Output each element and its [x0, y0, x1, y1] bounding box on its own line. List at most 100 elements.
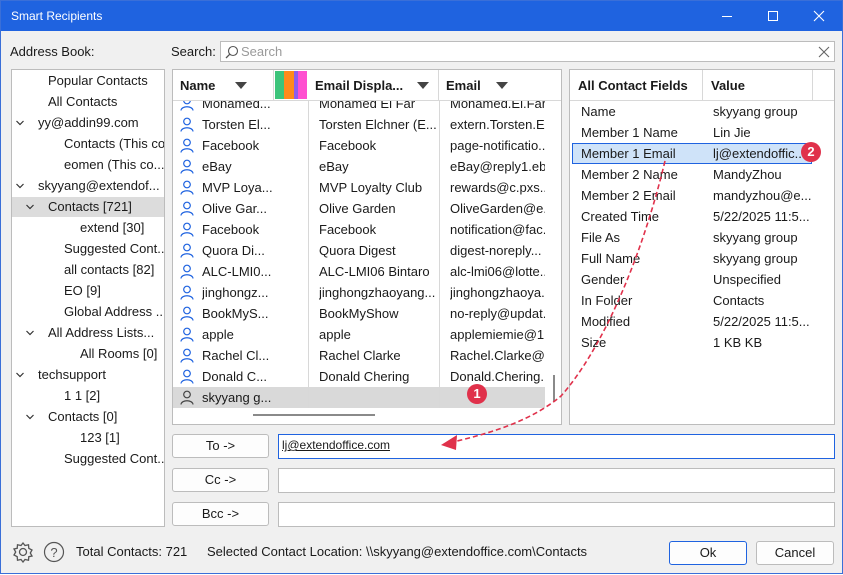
to-recipient-token[interactable]: lj@extendoffice.com [282, 438, 390, 452]
table-row[interactable]: apple apple applemiemie@1... [173, 324, 545, 345]
tree-item[interactable]: yy@addin99.com [12, 113, 164, 133]
chevron-down-icon[interactable] [24, 197, 36, 217]
field-row[interactable]: Member 2 Name MandyZhou [570, 164, 834, 185]
cell-email-display: Quora Digest [319, 243, 396, 258]
tree-item[interactable]: 1 1 [2] [12, 386, 164, 406]
field-name: Created Time [581, 209, 660, 224]
table-row[interactable]: MVP Loya... MVP Loyalty Club rewards@c.pxs… [173, 177, 545, 198]
cell-email: Donald.Chering... [450, 369, 545, 384]
tree-item[interactable]: Suggested Cont... [12, 449, 164, 469]
column-email-header[interactable]: Email [439, 70, 545, 101]
search-input[interactable]: Search [220, 41, 835, 62]
tree-item[interactable]: Contacts (This co... [12, 134, 164, 154]
svg-text:?: ? [50, 545, 57, 560]
table-row[interactable]: skyyang g... [173, 387, 545, 408]
column-email-display-header[interactable]: Email Displa... [308, 70, 439, 101]
chevron-down-icon[interactable] [14, 113, 26, 133]
contacts-grid[interactable]: Name Email Displa... Email Monamed... Mon… [172, 69, 562, 425]
table-row[interactable]: Rachel Cl... Rachel Clarke Rachel.Clarke@s… [173, 345, 545, 366]
cancel-button[interactable]: Cancel [756, 541, 834, 565]
cc-field[interactable] [278, 468, 835, 493]
minimize-button[interactable] [704, 1, 750, 31]
table-row[interactable]: Facebook Facebook page-notificatio... [173, 135, 545, 156]
tree-item[interactable]: All Rooms [0] [12, 344, 164, 364]
contact-person-icon [180, 222, 194, 237]
table-row[interactable]: Olive Gar... Olive Garden OliveGarden@e... [173, 198, 545, 219]
tree-item-label: 1 1 [2] [64, 388, 101, 403]
contact-fields-panel[interactable]: All Contact Fields Value Name skyyang gro… [569, 69, 835, 425]
settings-gear-icon[interactable] [12, 541, 34, 563]
tree-item[interactable]: 123 [1] [12, 428, 164, 448]
field-name: Name [581, 104, 616, 119]
table-row[interactable]: jinghongz... jinghongzhaoyang... jinghongz… [173, 282, 545, 303]
address-book-tree[interactable]: Popular Contacts All Contacts yy@addin99.c… [11, 69, 165, 527]
field-row[interactable]: Modified 5/22/2025 11:5... [570, 311, 834, 332]
tree-item[interactable]: EO [9] [12, 281, 164, 301]
column-name-header[interactable]: Name [173, 70, 274, 101]
table-row[interactable]: Monamed... Monamed El Far Mohamed.El.Far..… [173, 101, 545, 114]
table-row[interactable]: Quora Di... Quora Digest digest-noreply... [173, 240, 545, 261]
field-row[interactable]: Size 1 KB KB [570, 332, 834, 353]
grid-header: Name Email Displa... Email [173, 70, 561, 101]
field-row[interactable]: Name skyyang group [570, 101, 834, 122]
table-row[interactable]: BookMyS... BookMyShow no-reply@updat... [173, 303, 545, 324]
clear-search-icon[interactable] [818, 46, 830, 58]
field-row[interactable]: Member 1 Name Lin Jie [570, 122, 834, 143]
tree-item[interactable]: Suggested Cont... [12, 239, 164, 259]
sort-dropdown-icon[interactable] [235, 82, 247, 89]
scrollbar-thumb[interactable] [553, 375, 555, 401]
tree-item[interactable]: all contacts [82] [12, 260, 164, 280]
tree-item[interactable]: Popular Contacts [12, 71, 164, 91]
sort-dropdown-icon[interactable] [417, 82, 429, 89]
grid-horizontal-scrollbar[interactable] [173, 408, 545, 424]
field-row[interactable]: In Folder Contacts [570, 290, 834, 311]
cell-email-display: apple [319, 327, 351, 342]
tree-item[interactable]: eomen (This co... [12, 155, 164, 175]
grid-vertical-scrollbar[interactable] [545, 101, 561, 424]
cell-name: jinghongz... [202, 285, 269, 300]
ok-button[interactable]: Ok [669, 541, 747, 565]
field-row[interactable]: Created Time 5/22/2025 11:5... [570, 206, 834, 227]
field-row[interactable]: Gender Unspecified [570, 269, 834, 290]
to-button[interactable]: To -> [172, 434, 269, 458]
chevron-down-icon[interactable] [24, 323, 36, 343]
contact-person-icon [180, 348, 194, 363]
bcc-field[interactable] [278, 502, 835, 527]
table-row[interactable]: Facebook Facebook notification@fac... [173, 219, 545, 240]
tree-item[interactable]: Contacts [721] [12, 197, 164, 217]
tree-item[interactable]: skyyang@extendof... [12, 176, 164, 196]
tree-item[interactable]: All Contacts [12, 92, 164, 112]
table-row[interactable]: Donald C... Donald Chering Donald.Chering.… [173, 366, 545, 387]
column-value-header[interactable]: Value [703, 70, 813, 101]
cell-email: Rachel.Clarke@s... [450, 348, 545, 363]
field-row[interactable]: Full Name skyyang group [570, 248, 834, 269]
column-all-fields-header[interactable]: All Contact Fields [570, 70, 703, 101]
table-row[interactable]: eBay eBay eBay@reply1.eb... [173, 156, 545, 177]
scrollbar-thumb[interactable] [253, 414, 375, 416]
tree-item[interactable]: Global Address ... [12, 302, 164, 322]
help-icon[interactable]: ? [43, 541, 65, 563]
tree-item-label: all contacts [82] [64, 262, 155, 277]
contact-person-icon [180, 327, 194, 342]
chevron-down-icon[interactable] [24, 407, 36, 427]
table-row[interactable]: ALC-LMI0... ALC-LMI06 Bintaro alc-lmi06@lo… [173, 261, 545, 282]
cc-button[interactable]: Cc -> [172, 468, 269, 492]
close-button[interactable] [796, 1, 842, 31]
tree-item[interactable]: techsupport [12, 365, 164, 385]
field-row[interactable]: Member 2 Email mandyzhou@e... [570, 185, 834, 206]
step-badge-2: 2 [801, 142, 821, 162]
maximize-button[interactable] [750, 1, 796, 31]
tree-item[interactable]: Contacts [0] [12, 407, 164, 427]
field-row[interactable]: File As skyyang group [570, 227, 834, 248]
tree-item-label: Contacts (This co... [64, 136, 165, 151]
chevron-down-icon[interactable] [14, 176, 26, 196]
field-row[interactable]: Member 1 Email lj@extendoffic... [570, 143, 834, 164]
bcc-button[interactable]: Bcc -> [172, 502, 269, 526]
chevron-down-icon[interactable] [14, 365, 26, 385]
tree-item[interactable]: extend [30] [12, 218, 164, 238]
table-row[interactable]: Torsten El... Torsten Elchner (E... extern… [173, 114, 545, 135]
tree-item[interactable]: All Address Lists... [12, 323, 164, 343]
to-field[interactable]: lj@extendoffice.com [278, 434, 835, 459]
sort-dropdown-icon[interactable] [496, 82, 508, 89]
tree-item-label: Contacts [0] [48, 409, 118, 424]
